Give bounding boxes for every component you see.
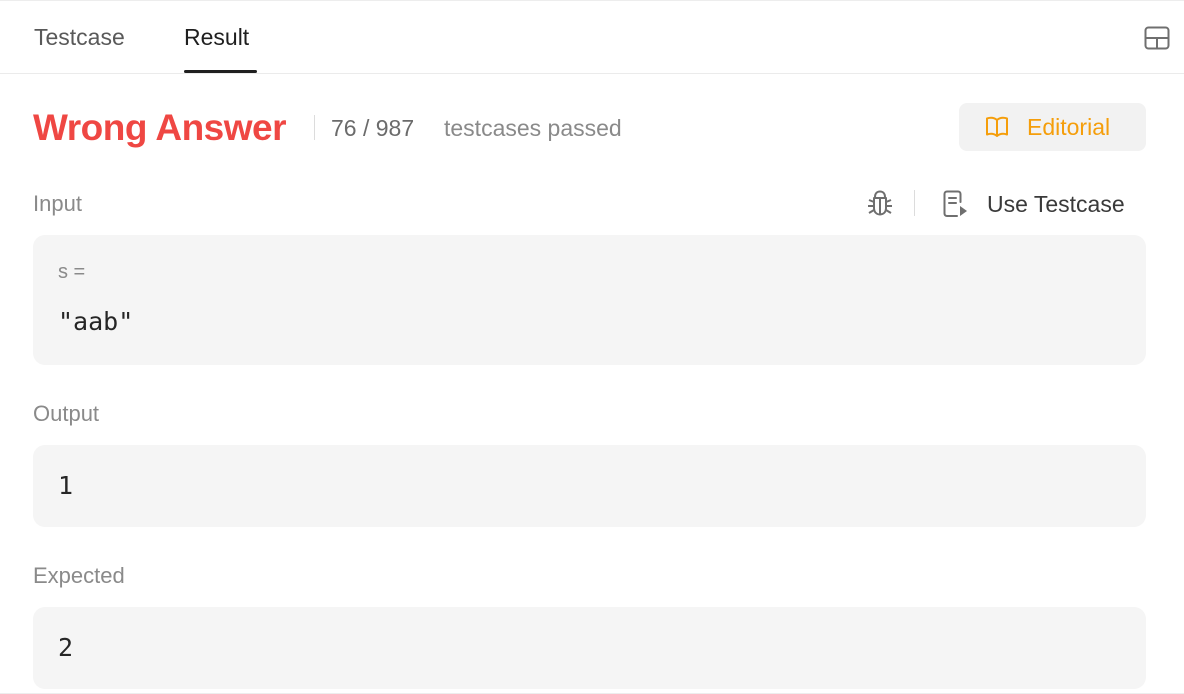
- passed-count: 76 / 987: [331, 115, 415, 141]
- input-param-value: "aab": [58, 307, 134, 336]
- input-box: s = "aab": [33, 235, 1146, 365]
- tab-testcase[interactable]: Testcase: [34, 1, 125, 73]
- input-param-name: s =: [58, 261, 86, 283]
- layout-panel-icon[interactable]: [1144, 26, 1170, 50]
- use-testcase-button[interactable]: Use Testcase: [940, 187, 1140, 221]
- file-play-icon: [940, 189, 970, 219]
- passed-label: testcases passed: [444, 115, 622, 141]
- book-open-icon: [985, 116, 1009, 138]
- expected-value: 2: [58, 633, 74, 662]
- result-panel: Testcase Result Wrong Answer 76 / 987 te…: [0, 0, 1184, 694]
- editorial-button[interactable]: Editorial: [959, 103, 1146, 151]
- output-value: 1: [58, 471, 74, 500]
- active-tab-indicator: [184, 70, 257, 73]
- expected-box: 2: [33, 607, 1146, 689]
- use-testcase-label: Use Testcase: [987, 191, 1125, 217]
- tab-result[interactable]: Result: [184, 1, 249, 73]
- bug-icon[interactable]: [865, 188, 895, 218]
- editorial-label: Editorial: [1027, 114, 1111, 140]
- status-divider: [314, 115, 315, 140]
- expected-label: Expected: [33, 563, 125, 588]
- tools-divider: [914, 190, 915, 216]
- input-label: Input: [33, 191, 82, 216]
- output-label: Output: [33, 401, 100, 426]
- tab-bar: Testcase Result: [0, 1, 1184, 74]
- result-status: Wrong Answer: [33, 107, 287, 148]
- output-box: 1: [33, 445, 1146, 527]
